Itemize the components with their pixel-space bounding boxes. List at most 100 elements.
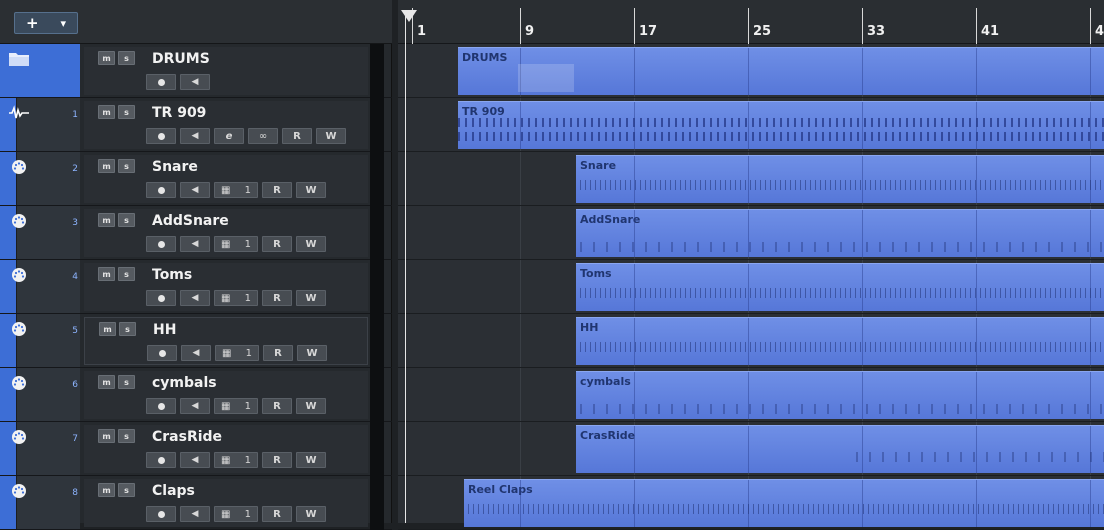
event-drums[interactable]: DRUMS [458,47,1104,95]
monitor-button[interactable]: ◀ [180,128,210,144]
monitor-button[interactable]: ◀ [180,74,210,90]
mute-button[interactable]: m [98,213,115,227]
event-cymbals[interactable]: cymbals [576,371,1104,419]
record-enable-button[interactable] [146,236,176,252]
solo-button[interactable]: s [119,322,136,336]
track-color-strip[interactable]: 4 [0,260,80,313]
edit-instrument-button[interactable]: e [214,128,244,144]
event-snare[interactable]: Snare [576,155,1104,203]
track-name[interactable]: TR 909 [152,105,206,121]
mute-button[interactable]: m [98,429,115,443]
monitor-button[interactable]: ◀ [181,345,211,361]
write-automation-button[interactable]: W [296,506,326,522]
read-automation-button[interactable]: R [263,345,293,361]
track-name[interactable]: DRUMS [152,51,210,67]
midi-channel-selector[interactable]: ▦ 1 [214,290,258,306]
event-reel-claps[interactable]: Reel Claps [464,479,1104,527]
record-enable-button[interactable] [147,345,177,361]
track-header-cymbals[interactable]: 6 m s cymbals ◀ ▦ 1 R W [0,368,392,422]
event-crasride[interactable]: CrasRide [576,425,1104,473]
write-automation-button[interactable]: W [297,345,327,361]
mute-button[interactable]: m [98,375,115,389]
project-cursor[interactable] [405,14,406,523]
track-name[interactable]: Claps [152,483,195,499]
track-color-strip[interactable]: 5 [0,314,80,367]
record-enable-button[interactable] [146,398,176,414]
midi-channel-selector[interactable]: ▦ 1 [214,398,258,414]
midi-channel-selector[interactable]: ▦ 1 [214,182,258,198]
track-color-strip[interactable]: 3 [0,206,80,259]
read-automation-button[interactable]: R [282,128,312,144]
mute-button[interactable]: m [98,483,115,497]
track-color-strip[interactable]: 7 [0,422,80,475]
record-enable-button[interactable] [146,452,176,468]
left-locator-flag-icon[interactable] [401,10,417,22]
track-name[interactable]: AddSnare [152,213,229,229]
monitor-button[interactable]: ◀ [180,236,210,252]
event-hh[interactable]: HH [576,317,1104,365]
link-button[interactable]: ∞ [248,128,278,144]
track-name[interactable]: Snare [152,159,198,175]
read-automation-button[interactable]: R [262,506,292,522]
track-header-toms[interactable]: 4 m s Toms ◀ ▦ 1 R W [0,260,392,314]
midi-channel-selector[interactable]: ▦ 1 [214,452,258,468]
track-header-tr-909[interactable]: 1 m s TR 909 ◀ e ∞ R W [0,98,392,152]
solo-button[interactable]: s [118,105,135,119]
timeline-ruler[interactable]: 1 9 17 25 33 41 4 [398,0,1104,44]
read-automation-button[interactable]: R [262,398,292,414]
track-header-claps[interactable]: 8 m s Claps ◀ ▦ 1 R W [0,476,392,530]
solo-button[interactable]: s [118,375,135,389]
monitor-button[interactable]: ◀ [180,452,210,468]
solo-button[interactable]: s [118,213,135,227]
monitor-button[interactable]: ◀ [180,398,210,414]
event-addsnare[interactable]: AddSnare [576,209,1104,257]
track-header-crasride[interactable]: 7 m s CrasRide ◀ ▦ 1 R W [0,422,392,476]
track-name[interactable]: HH [153,322,176,338]
record-enable-button[interactable] [146,506,176,522]
write-automation-button[interactable]: W [296,290,326,306]
record-enable-button[interactable] [146,182,176,198]
track-color-strip[interactable]: 2 [0,152,80,205]
mute-button[interactable]: m [99,322,116,336]
write-automation-button[interactable]: W [316,128,346,144]
monitor-button[interactable]: ◀ [180,182,210,198]
read-automation-button[interactable]: R [262,236,292,252]
write-automation-button[interactable]: W [296,182,326,198]
midi-channel-selector[interactable]: ▦ 1 [214,506,258,522]
solo-button[interactable]: s [118,267,135,281]
solo-button[interactable]: s [118,483,135,497]
track-color-strip[interactable]: 6 [0,368,80,421]
arrange-area[interactable]: DRUMS TR 909 Snare AddSnare Toms HH cymbals Cra… [398,44,1104,530]
record-enable-button[interactable] [146,128,176,144]
event-tr-909[interactable]: TR 909 [458,101,1104,149]
midi-channel-selector[interactable]: ▦ 1 [214,236,258,252]
write-automation-button[interactable]: W [296,398,326,414]
read-automation-button[interactable]: R [262,290,292,306]
midi-channel-selector[interactable]: ▦ 1 [215,345,259,361]
read-automation-button[interactable]: R [262,182,292,198]
track-color-strip[interactable] [0,44,80,97]
record-enable-button[interactable] [146,290,176,306]
track-header-addsnare[interactable]: 3 m s AddSnare ◀ ▦ 1 R W [0,206,392,260]
write-automation-button[interactable]: W [296,452,326,468]
monitor-button[interactable]: ◀ [180,506,210,522]
monitor-button[interactable]: ◀ [180,290,210,306]
solo-button[interactable]: s [118,159,135,173]
record-enable-button[interactable] [146,74,176,90]
track-header-hh[interactable]: 5 m s HH ◀ ▦ 1 R W [0,314,392,368]
mute-button[interactable]: m [98,267,115,281]
track-header-drums[interactable]: m s DRUMS ◀ [0,44,392,98]
track-name[interactable]: Toms [152,267,192,283]
solo-button[interactable]: s [118,429,135,443]
mute-button[interactable]: m [98,51,115,65]
track-name[interactable]: CrasRide [152,429,222,445]
track-name[interactable]: cymbals [152,375,217,391]
track-header-snare[interactable]: 2 m s Snare ◀ ▦ 1 R W [0,152,392,206]
mute-button[interactable]: m [98,105,115,119]
mute-button[interactable]: m [98,159,115,173]
event-toms[interactable]: Toms [576,263,1104,311]
add-track-button[interactable]: + ▾ [14,12,78,34]
track-color-strip[interactable]: 1 [0,98,80,151]
track-color-strip[interactable]: 8 [0,476,80,529]
read-automation-button[interactable]: R [262,452,292,468]
